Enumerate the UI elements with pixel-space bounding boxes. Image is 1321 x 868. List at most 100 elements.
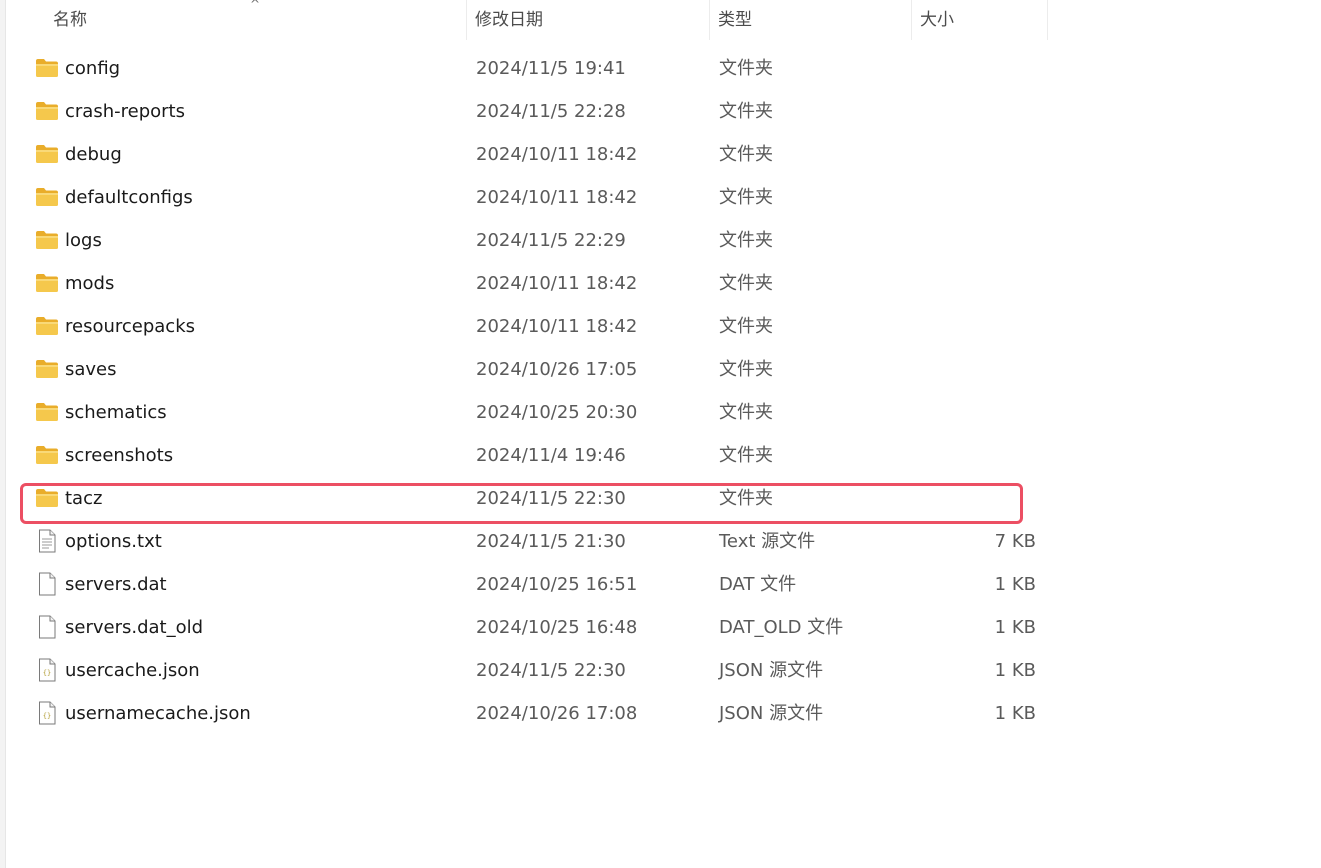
file-size: [906, 348, 1036, 391]
file-name: mods: [65, 273, 115, 294]
file-name: resourcepacks: [65, 316, 196, 337]
file-type: 文件夹: [719, 58, 773, 79]
file-name: options.txt: [65, 531, 162, 552]
file-type: 文件夹: [719, 101, 773, 122]
file-date-modified: 2024/10/26 17:08: [476, 703, 638, 724]
file-type: 文件夹: [719, 273, 773, 294]
folder-row[interactable]: screenshots 2024/11/4 19:46 文件夹: [0, 434, 1321, 477]
column-header-date-modified[interactable]: 修改日期: [467, 0, 710, 40]
folder-row[interactable]: config 2024/11/5 19:41 文件夹: [0, 47, 1321, 90]
file-size: [906, 434, 1036, 477]
folder-icon: [35, 348, 59, 391]
column-header-type[interactable]: 类型: [710, 0, 912, 40]
svg-text:{}: {}: [43, 712, 51, 720]
file-name: saves: [65, 359, 117, 380]
folder-icon: [35, 133, 59, 176]
file-date-modified: 2024/11/4 19:46: [476, 445, 626, 466]
file-name: crash-reports: [65, 101, 185, 122]
folder-icon: [35, 391, 59, 434]
file-row[interactable]: servers.dat 2024/10/25 16:51 DAT 文件 1 KB: [0, 563, 1321, 606]
svg-text:{}: {}: [43, 669, 51, 677]
file-size: 1 KB: [994, 703, 1036, 724]
file-size: 1 KB: [994, 660, 1036, 681]
file-size: [906, 47, 1036, 90]
folder-row[interactable]: crash-reports 2024/11/5 22:28 文件夹: [0, 90, 1321, 133]
file-row[interactable]: {} usercache.json 2024/11/5 22:30 JSON 源文件 1…: [0, 649, 1321, 692]
column-header-size[interactable]: 大小: [912, 0, 1048, 40]
file-explorer: 名称 ^ 修改日期 类型 大小 config 2024/11/5 19:41 文件夹…: [0, 0, 1321, 868]
file-name: logs: [65, 230, 102, 251]
file-date-modified: 2024/10/11 18:42: [476, 316, 638, 337]
document-icon: [35, 606, 59, 649]
file-size: [906, 176, 1036, 219]
file-name: defaultconfigs: [65, 187, 193, 208]
folder-row[interactable]: schematics 2024/10/25 20:30 文件夹: [0, 391, 1321, 434]
file-size: 1 KB: [994, 617, 1036, 638]
folder-row[interactable]: resourcepacks 2024/10/11 18:42 文件夹: [0, 305, 1321, 348]
file-type: Text 源文件: [719, 531, 816, 552]
file-date-modified: 2024/10/11 18:42: [476, 187, 638, 208]
file-date-modified: 2024/11/5 22:30: [476, 660, 626, 681]
file-type: 文件夹: [719, 402, 773, 423]
file-name: servers.dat: [65, 574, 167, 595]
file-type: DAT 文件: [719, 574, 797, 595]
file-type: 文件夹: [719, 144, 773, 165]
file-row[interactable]: options.txt 2024/11/5 21:30 Text 源文件 7 KB: [0, 520, 1321, 563]
file-date-modified: 2024/10/25 20:30: [476, 402, 638, 423]
file-list: config 2024/11/5 19:41 文件夹 crash-reports 202…: [0, 47, 1321, 735]
json-file-icon: {}: [35, 649, 59, 692]
folder-icon: [35, 305, 59, 348]
file-date-modified: 2024/10/26 17:05: [476, 359, 638, 380]
folder-icon: [35, 219, 59, 262]
file-type: 文件夹: [719, 359, 773, 380]
document-icon: [35, 520, 59, 563]
file-type: DAT_OLD 文件: [719, 617, 844, 638]
folder-icon: [35, 47, 59, 90]
file-date-modified: 2024/11/5 21:30: [476, 531, 626, 552]
file-date-modified: 2024/11/5 22:29: [476, 230, 626, 251]
file-size: 1 KB: [994, 574, 1036, 595]
file-date-modified: 2024/10/25 16:51: [476, 574, 638, 595]
file-name: schematics: [65, 402, 167, 423]
sort-ascending-icon: ^: [250, 0, 261, 11]
folder-icon: [35, 434, 59, 477]
file-date-modified: 2024/11/5 22:28: [476, 101, 626, 122]
folder-row[interactable]: defaultconfigs 2024/10/11 18:42 文件夹: [0, 176, 1321, 219]
json-file-icon: {}: [35, 692, 59, 735]
file-type: 文件夹: [719, 445, 773, 466]
file-name: servers.dat_old: [65, 617, 204, 638]
file-row[interactable]: servers.dat_old 2024/10/25 16:48 DAT_OLD 文…: [0, 606, 1321, 649]
file-type: JSON 源文件: [719, 703, 824, 724]
folder-row[interactable]: mods 2024/10/11 18:42 文件夹: [0, 262, 1321, 305]
file-size: [906, 90, 1036, 133]
column-header-bar: 名称 ^ 修改日期 类型 大小: [6, 0, 1048, 40]
file-name: config: [65, 58, 121, 79]
file-type: 文件夹: [719, 316, 773, 337]
file-name: usercache.json: [65, 660, 200, 681]
highlight-annotation-box: [20, 483, 1023, 524]
file-size: [906, 133, 1036, 176]
document-icon: [35, 563, 59, 606]
file-size: [906, 219, 1036, 262]
folder-icon: [35, 176, 59, 219]
file-date-modified: 2024/11/5 19:41: [476, 58, 626, 79]
file-name: debug: [65, 144, 122, 165]
folder-icon: [35, 262, 59, 305]
file-date-modified: 2024/10/11 18:42: [476, 144, 638, 165]
file-date-modified: 2024/10/25 16:48: [476, 617, 638, 638]
file-type: 文件夹: [719, 187, 773, 208]
file-date-modified: 2024/10/11 18:42: [476, 273, 638, 294]
folder-row[interactable]: debug 2024/10/11 18:42 文件夹: [0, 133, 1321, 176]
file-type: 文件夹: [719, 230, 773, 251]
folder-row[interactable]: logs 2024/11/5 22:29 文件夹: [0, 219, 1321, 262]
file-size: [906, 391, 1036, 434]
folder-row[interactable]: saves 2024/10/26 17:05 文件夹: [0, 348, 1321, 391]
file-type: JSON 源文件: [719, 660, 824, 681]
folder-icon: [35, 90, 59, 133]
file-size: [906, 262, 1036, 305]
file-size: [906, 305, 1036, 348]
file-name: screenshots: [65, 445, 174, 466]
file-row[interactable]: {} usernamecache.json 2024/10/26 17:08 JSON…: [0, 692, 1321, 735]
file-name: usernamecache.json: [65, 703, 251, 724]
file-size: 7 KB: [994, 531, 1036, 552]
